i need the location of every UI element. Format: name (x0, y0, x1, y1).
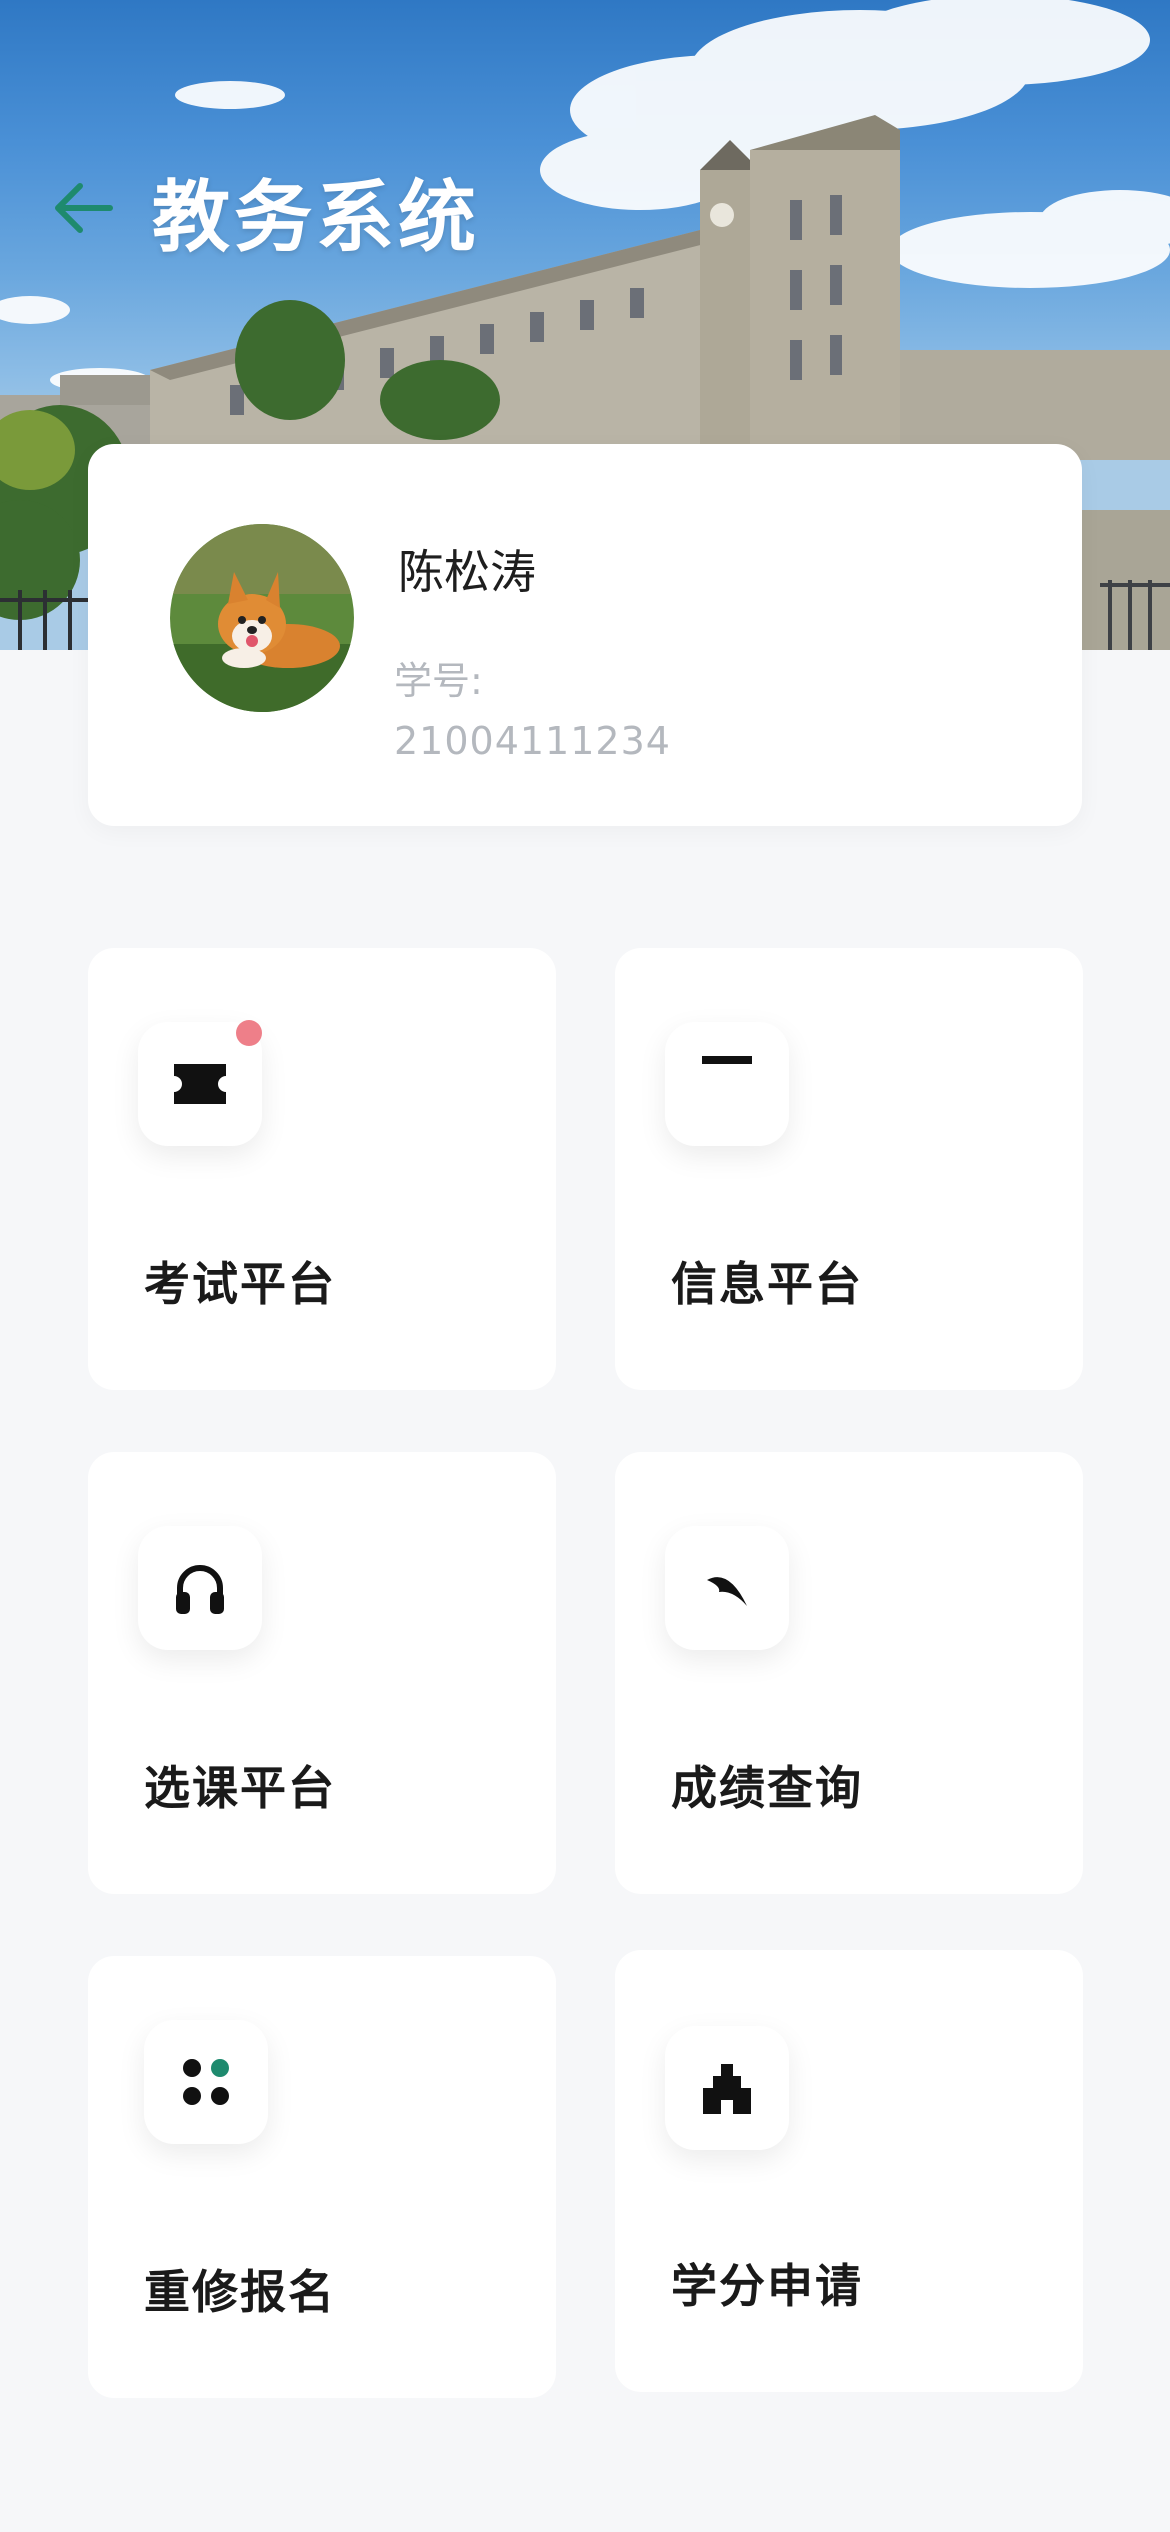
user-name: 陈松涛 (398, 545, 536, 599)
tile-icon-box (144, 2020, 268, 2144)
tile-label: 信息平台 (671, 1257, 863, 1311)
minus-icon (702, 1056, 752, 1064)
tile-label: 考试平台 (144, 1257, 336, 1311)
back-button[interactable] (44, 168, 124, 248)
leaf-icon (707, 1577, 747, 1606)
tile-icon-box (665, 1022, 789, 1146)
tile-info-platform[interactable]: 信息平台 (615, 948, 1083, 1390)
arrow-left-icon (55, 183, 113, 233)
page-title: 教务系统 (152, 173, 481, 263)
four-dots-icon (183, 2059, 229, 2105)
avatar[interactable] (170, 524, 354, 712)
profile-card: 陈松涛 学号: 21004111234 (88, 444, 1082, 826)
tile-icon-box (138, 1526, 262, 1650)
tile-retake-registration[interactable]: 重修报名 (88, 1956, 556, 2398)
tile-label: 重修报名 (144, 2265, 336, 2319)
headphones-icon (176, 1565, 224, 1614)
tile-label: 学分申请 (671, 2259, 863, 2313)
tile-course-selection[interactable]: 选课平台 (88, 1452, 556, 1894)
tile-grade-query[interactable]: 成绩查询 (615, 1452, 1083, 1894)
tile-exam-platform[interactable]: 考试平台 (88, 948, 556, 1390)
ticket-icon (174, 1064, 226, 1104)
tile-label: 成绩查询 (671, 1761, 863, 1815)
tile-icon-box (665, 2026, 789, 2150)
student-id-value: 21004111234 (394, 719, 671, 763)
notification-dot (236, 1020, 262, 1046)
building-icon (703, 2064, 751, 2114)
tile-label: 选课平台 (144, 1761, 336, 1815)
tile-icon-box (138, 1020, 262, 1146)
tile-icon-box (665, 1526, 789, 1650)
student-id-label: 学号: (394, 659, 483, 703)
tile-credit-application[interactable]: 学分申请 (615, 1950, 1083, 2392)
